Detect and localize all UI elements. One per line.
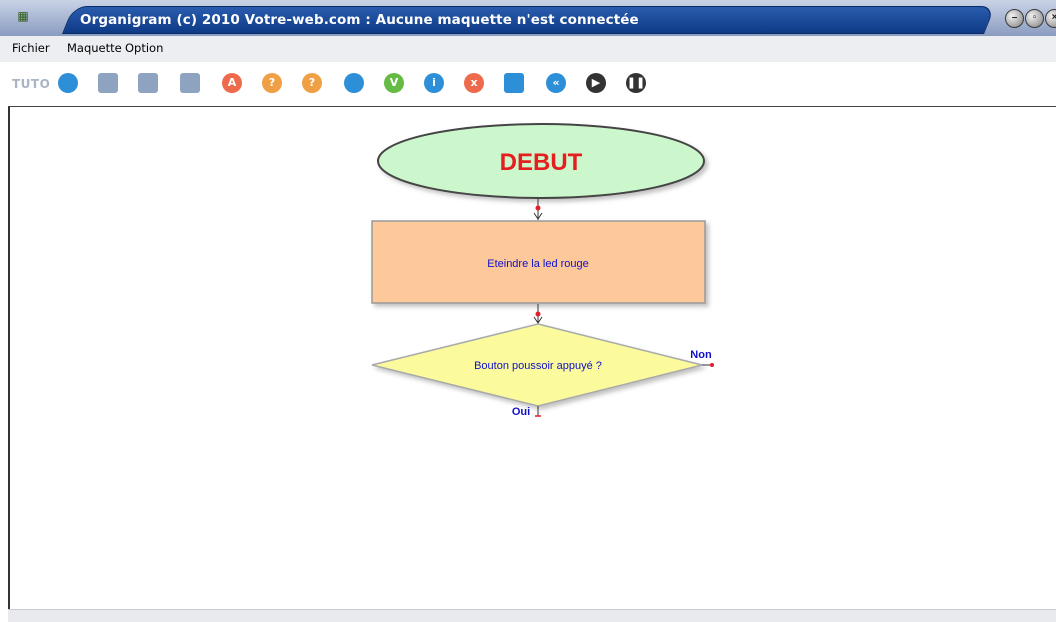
- info-icon[interactable]: i: [424, 73, 444, 93]
- tuto-button[interactable]: TUTO: [12, 77, 50, 91]
- pause-icon[interactable]: ❚❚: [626, 73, 646, 93]
- close-icon[interactable]: ×: [1045, 9, 1056, 28]
- yes-branch-label: Oui: [512, 406, 530, 418]
- document-icon[interactable]: [180, 73, 200, 93]
- maximize-icon[interactable]: ▫: [1025, 9, 1044, 28]
- no-branch-dot: [710, 363, 714, 367]
- no-branch-label: Non: [690, 349, 712, 361]
- toolbar: TUTO A?? Vi x « ▶ ❚❚: [0, 62, 1056, 106]
- action-a-icon[interactable]: A: [222, 73, 242, 93]
- minimize-icon[interactable]: –: [1005, 9, 1024, 28]
- monitor-icon[interactable]: [98, 73, 118, 93]
- flowchart-canvas[interactable]: DEBUT Eteindre la led rouge Bouton pouss…: [8, 106, 1056, 610]
- settings-icon[interactable]: [58, 73, 78, 93]
- decision-node-label: Bouton poussoir appuyé ?: [474, 360, 602, 372]
- window-title: Organigram (c) 2010 Votre-web.com : Aucu…: [80, 12, 639, 28]
- connector-dot: [535, 311, 541, 317]
- menu-fichier[interactable]: Fichier: [12, 41, 50, 55]
- status-bar: [8, 609, 1056, 622]
- subroutine-icon[interactable]: ?: [302, 73, 322, 93]
- action-node-label: Eteindre la led rouge: [487, 258, 589, 270]
- rewind-icon[interactable]: «: [546, 73, 566, 93]
- question-icon[interactable]: ?: [262, 73, 282, 93]
- start-node-label: DEBUT: [500, 149, 583, 176]
- menu-bar: Fichier Maquette Option: [0, 36, 1056, 63]
- save-icon[interactable]: [138, 73, 158, 93]
- app-icon[interactable]: ▦: [14, 8, 32, 24]
- flowchart-svg: DEBUT Eteindre la led rouge Bouton pouss…: [371, 123, 714, 418]
- play-icon[interactable]: ▶: [586, 73, 606, 93]
- variable-icon[interactable]: V: [384, 73, 404, 93]
- title-bar: ▦ Organigram (c) 2010 Votre-web.com : Au…: [0, 0, 1056, 36]
- menu-maquette[interactable]: Maquette: [67, 41, 122, 55]
- menu-option[interactable]: Option: [125, 41, 163, 55]
- connector-dot: [535, 205, 541, 211]
- list-icon[interactable]: [504, 73, 524, 93]
- clock-icon[interactable]: [344, 73, 364, 93]
- delete-icon[interactable]: x: [464, 73, 484, 93]
